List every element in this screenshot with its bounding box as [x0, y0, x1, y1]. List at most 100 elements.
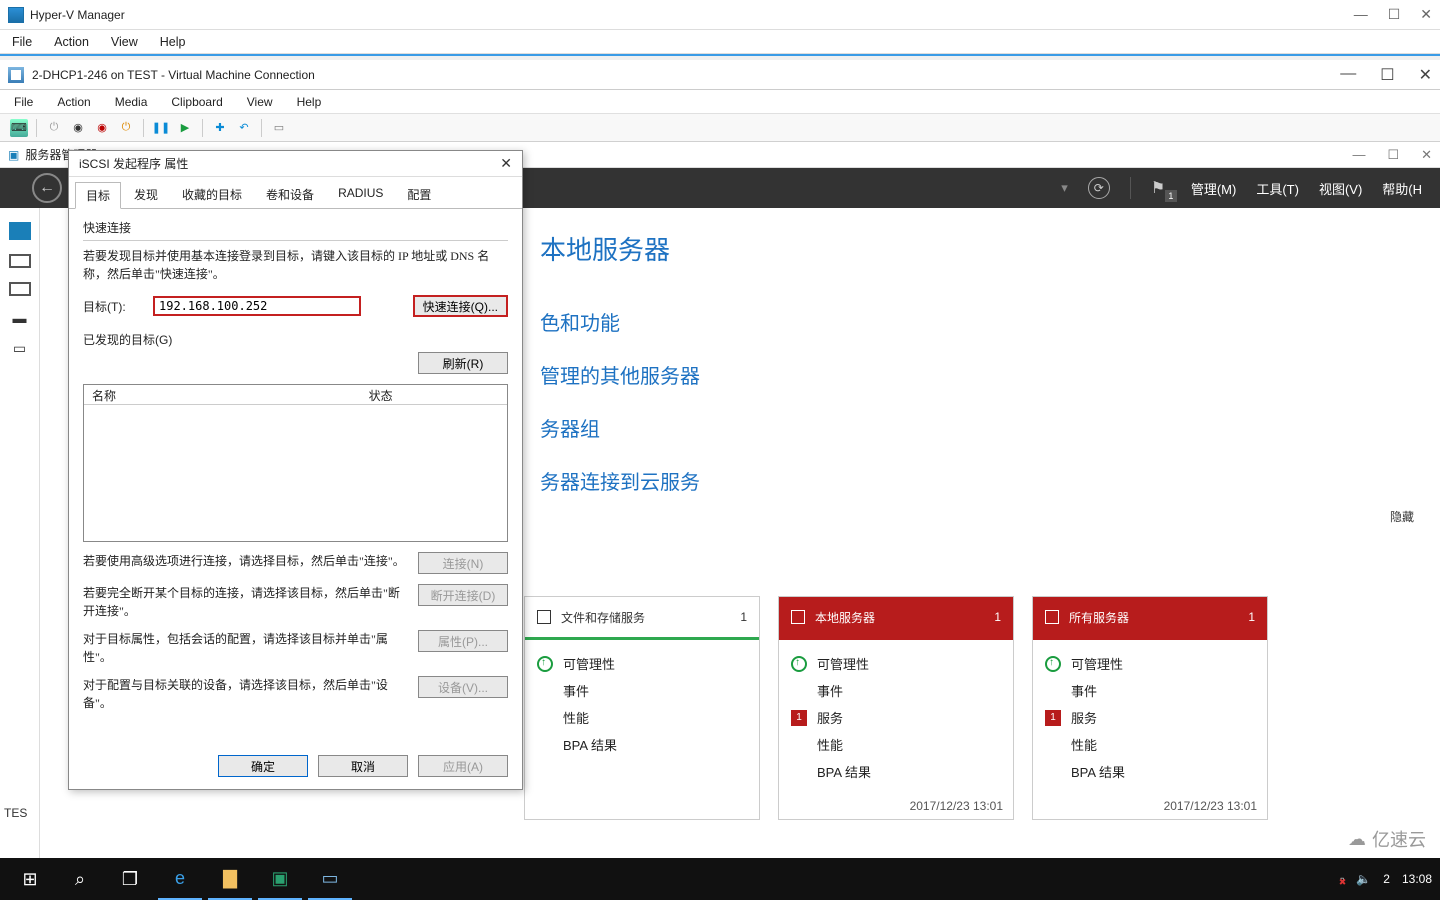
error-icon: 1	[1045, 710, 1061, 726]
status-cards: 文件和存储服务1 可管理性 事件 性能 BPA 结果 本地服务器1 可管理性 事…	[524, 596, 1422, 820]
link-server-group[interactable]: 务器组	[540, 413, 1410, 442]
tab-discovery[interactable]: 发现	[123, 181, 169, 208]
vm-titlebar: 2-DHCP1-246 on TEST - Virtual Machine Co…	[0, 60, 1440, 90]
close-button[interactable]: ✕	[1420, 6, 1432, 23]
vm-menu-view[interactable]: View	[247, 95, 273, 109]
taskbar: ⊞ ⌕ ❐ e ▇ ▣ ▭ ▫✖ 🔈 2 13:08	[0, 858, 1440, 900]
vm-maximize-button[interactable]: ☐	[1380, 65, 1394, 85]
cancel-button[interactable]: 取消	[318, 755, 408, 777]
ok-icon	[791, 656, 807, 672]
dialog-titlebar: iSCSI 发起程序 属性 ✕	[69, 151, 522, 177]
taskbar-ie[interactable]: e	[158, 858, 202, 900]
storage-icon	[537, 610, 551, 624]
sm-maximize-button[interactable]: ☐	[1387, 147, 1399, 163]
tray-network-icon[interactable]: ▫✖	[1340, 872, 1344, 886]
sidebar-item-storage[interactable]: ▬	[13, 310, 27, 326]
start-icon[interactable]: ⏻	[45, 119, 63, 137]
hide-link[interactable]: 隐藏	[1390, 508, 1414, 525]
devices-button[interactable]: 设备(V)...	[418, 676, 508, 698]
targets-listbox[interactable]: 名称状态	[83, 384, 508, 542]
hyperv-titlebar: Hyper-V Manager — ☐ ✕	[0, 0, 1440, 30]
back-button[interactable]: ←	[32, 173, 62, 203]
vm-icon	[8, 67, 24, 83]
disconnect-button[interactable]: 断开连接(D)	[418, 584, 508, 606]
quick-connect-hint: 若要发现目标并使用基本连接登录到目标，请键入该目标的 IP 地址或 DNS 名称…	[83, 247, 508, 283]
server-icon	[791, 610, 805, 624]
card-file-storage[interactable]: 文件和存储服务1 可管理性 事件 性能 BPA 结果	[524, 596, 760, 820]
minimize-button[interactable]: —	[1354, 6, 1368, 23]
sidebar-item-all[interactable]	[9, 282, 31, 296]
search-icon[interactable]: ⌕	[58, 858, 102, 900]
target-input[interactable]	[153, 296, 361, 316]
sidebar-item-local[interactable]	[9, 254, 31, 268]
iscsi-dialog: iSCSI 发起程序 属性 ✕ 目标 发现 收藏的目标 卷和设备 RADIUS …	[68, 150, 523, 790]
card-local-server[interactable]: 本地服务器1 可管理性 事件 1服务 性能 BPA 结果 2017/12/23 …	[778, 596, 1014, 820]
pause-icon[interactable]: ❚❚	[152, 119, 170, 137]
sidebar: ▬ ▭	[0, 208, 40, 858]
card-all-servers[interactable]: 所有服务器1 可管理性 事件 1服务 性能 BPA 结果 2017/12/23 …	[1032, 596, 1268, 820]
revert-icon[interactable]: ↶	[235, 119, 253, 137]
col-name: 名称	[84, 385, 361, 404]
ok-button[interactable]: 确定	[218, 755, 308, 777]
vm-menu-help[interactable]: Help	[297, 95, 322, 109]
refresh-icon[interactable]: ⟳	[1088, 177, 1110, 199]
menu-view-sm[interactable]: 视图(V)	[1319, 179, 1362, 198]
tab-radius[interactable]: RADIUS	[327, 181, 394, 208]
menu-action[interactable]: Action	[54, 35, 89, 49]
link-roles[interactable]: 色和功能	[540, 307, 1410, 336]
start-button[interactable]: ⊞	[8, 858, 52, 900]
watermark: ☁ 亿速云	[1348, 826, 1426, 852]
link-other-servers[interactable]: 管理的其他服务器	[540, 360, 1410, 389]
quick-connect-button[interactable]: 快速连接(Q)...	[413, 295, 508, 317]
turnoff-icon[interactable]: ◉	[69, 119, 87, 137]
menu-file[interactable]: File	[12, 35, 32, 49]
vm-title-text: 2-DHCP1-246 on TEST - Virtual Machine Co…	[32, 68, 315, 82]
tab-targets[interactable]: 目标	[75, 182, 121, 209]
sidebar-item-dashboard[interactable]	[9, 222, 31, 240]
menu-help[interactable]: Help	[160, 35, 186, 49]
vm-menu-media[interactable]: Media	[115, 95, 148, 109]
refresh-button[interactable]: 刷新(R)	[418, 352, 508, 374]
tab-config[interactable]: 配置	[396, 181, 442, 208]
tray-lang[interactable]: 2	[1383, 872, 1390, 886]
hyperv-icon	[8, 7, 24, 23]
taskbar-server-manager[interactable]: ▣	[258, 858, 302, 900]
sm-minimize-button[interactable]: —	[1352, 147, 1365, 163]
ctrl-alt-del-icon[interactable]: ⌨	[10, 119, 28, 137]
link-local-server[interactable]: 本地服务器	[540, 230, 1410, 267]
ok-icon	[1045, 656, 1061, 672]
dialog-close-button[interactable]: ✕	[500, 155, 512, 172]
sm-close-button[interactable]: ✕	[1421, 147, 1432, 163]
tray-volume-icon[interactable]: 🔈	[1356, 872, 1371, 886]
reset-icon[interactable]: ▶	[176, 119, 194, 137]
taskbar-vm[interactable]: ▭	[308, 858, 352, 900]
properties-button[interactable]: 属性(P)...	[418, 630, 508, 652]
tab-volumes[interactable]: 卷和设备	[255, 181, 325, 208]
vm-menu-clipboard[interactable]: Clipboard	[171, 95, 222, 109]
vm-menu-file[interactable]: File	[14, 95, 33, 109]
link-cloud[interactable]: 务器连接到云服务	[540, 466, 1410, 495]
cloud-icon: ☁	[1348, 829, 1366, 850]
enhanced-icon[interactable]: ▭	[270, 119, 288, 137]
connect-button[interactable]: 连接(N)	[418, 552, 508, 574]
taskview-icon[interactable]: ❐	[108, 858, 152, 900]
server-manager-icon: ▣	[8, 148, 19, 162]
discovered-label: 已发现的目标(G)	[83, 331, 508, 348]
maximize-button[interactable]: ☐	[1388, 6, 1401, 23]
checkpoint-icon[interactable]: ✚	[211, 119, 229, 137]
menu-view[interactable]: View	[111, 35, 138, 49]
sidebar-item-group[interactable]: ▭	[13, 340, 26, 357]
apply-button[interactable]: 应用(A)	[418, 755, 508, 777]
menu-help-sm[interactable]: 帮助(H	[1382, 179, 1422, 198]
vm-close-button[interactable]: ✕	[1419, 65, 1432, 85]
tab-favorites[interactable]: 收藏的目标	[171, 181, 253, 208]
taskbar-explorer[interactable]: ▇	[208, 858, 252, 900]
notifications-flag-icon[interactable]: 1	[1151, 178, 1171, 198]
vm-minimize-button[interactable]: —	[1340, 65, 1356, 85]
tray-time[interactable]: 13:08	[1402, 872, 1432, 886]
menu-tools[interactable]: 工具(T)	[1256, 179, 1299, 198]
shutdown-icon[interactable]: ◉	[93, 119, 111, 137]
vm-menu-action[interactable]: Action	[57, 95, 90, 109]
menu-manage[interactable]: 管理(M)	[1191, 179, 1237, 198]
save-icon[interactable]: ⏻	[117, 119, 135, 137]
